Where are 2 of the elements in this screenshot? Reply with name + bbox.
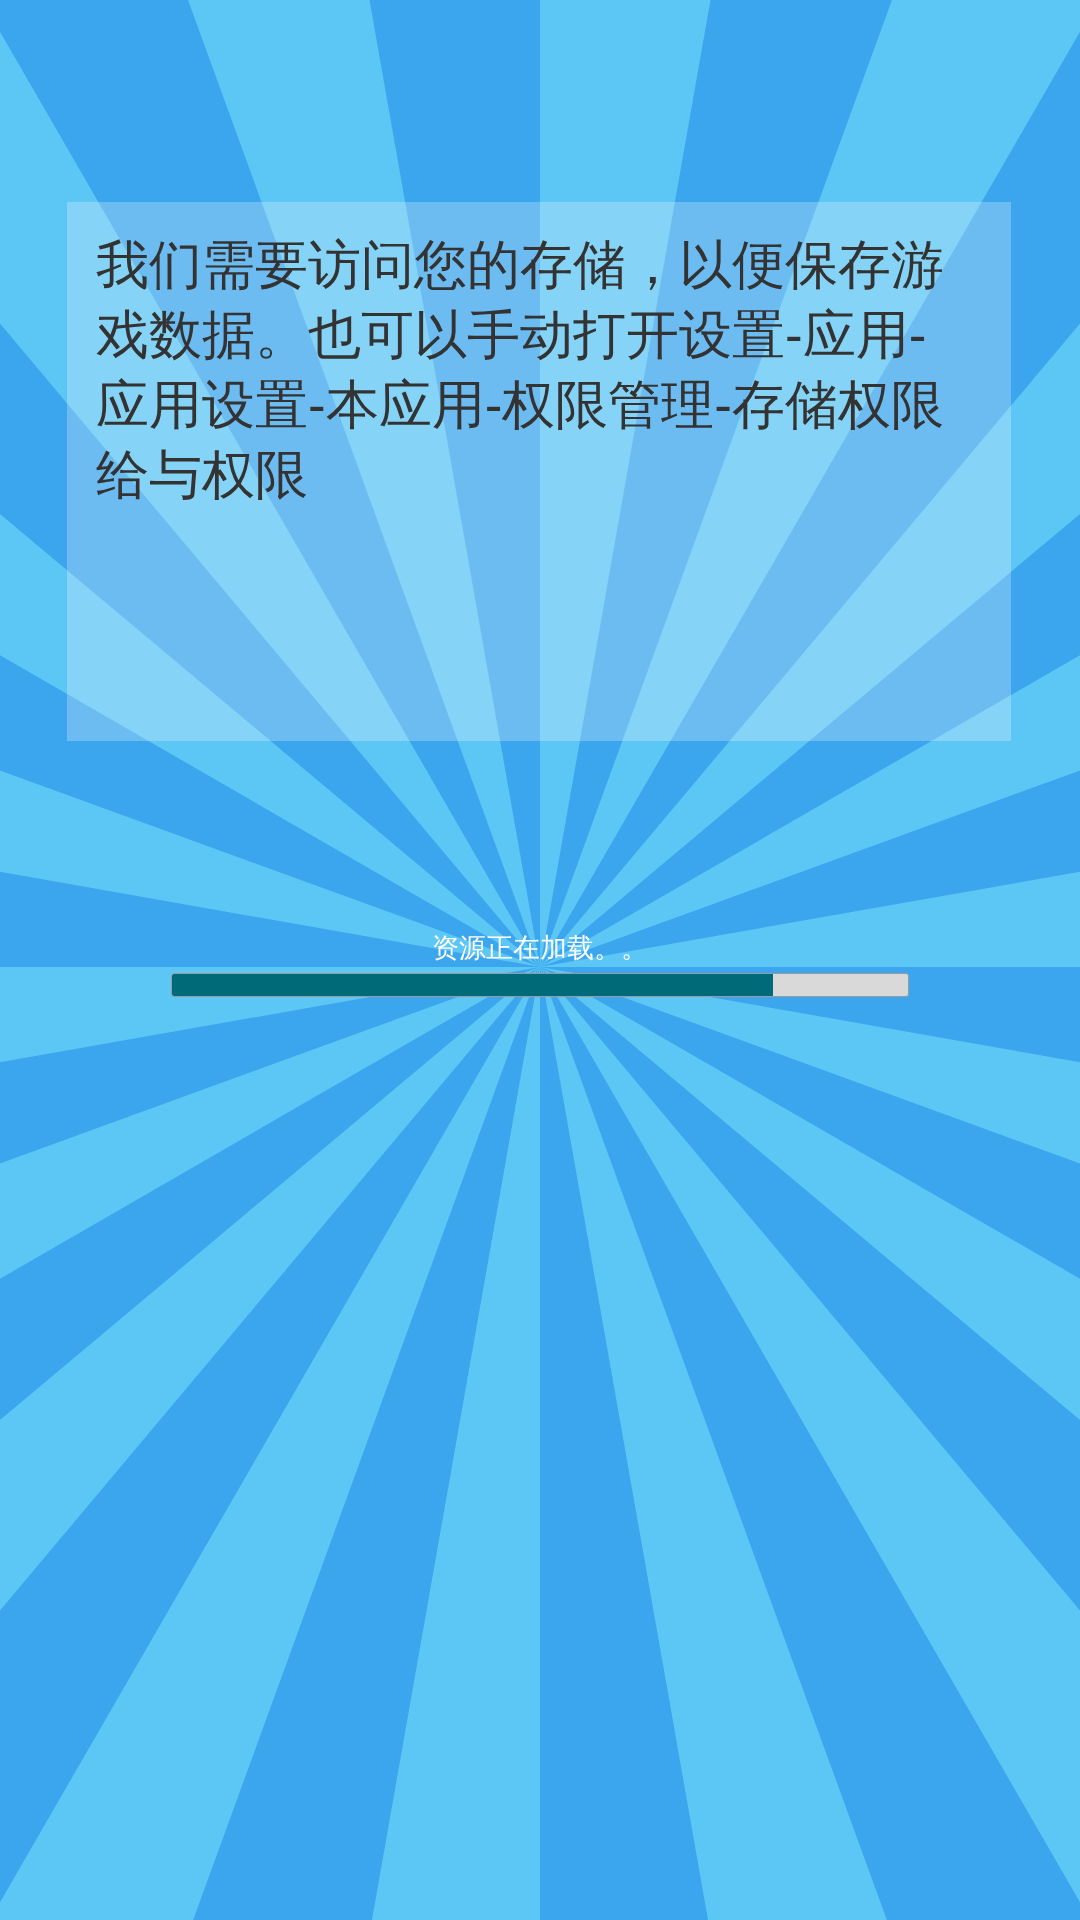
permission-message: 我们需要访问您的存储，以便保存游戏数据。也可以手动打开设置-应用-应用设置-本应用-权限管理-存储权限给与权限: [96, 234, 945, 506]
loading-label: 资源正在加载。。: [432, 932, 648, 965]
